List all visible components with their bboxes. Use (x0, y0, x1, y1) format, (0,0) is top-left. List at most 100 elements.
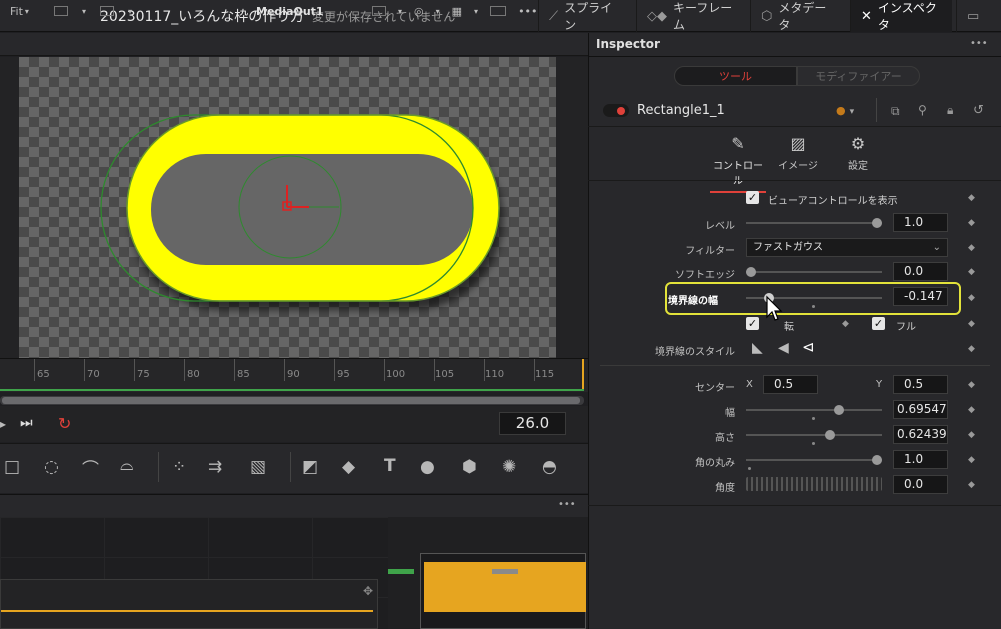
keyframe-diamond[interactable]: ◆ (968, 293, 975, 303)
slider-knob[interactable] (746, 267, 756, 277)
slider-knob[interactable] (834, 405, 844, 415)
angle-field[interactable]: 0.0 (893, 475, 948, 494)
renderer3d-tool-icon[interactable]: ⬢ (462, 457, 477, 477)
lock-icon[interactable]: 🔒︎ (947, 103, 953, 118)
center-x-field[interactable]: 0.5 (763, 375, 818, 394)
ellipse-tool-icon[interactable]: ◌ (44, 457, 59, 477)
corner-radius-field[interactable]: 1.0 (893, 450, 948, 469)
height-field[interactable]: 0.624390 (893, 425, 948, 444)
text3d-tool-icon[interactable]: T (384, 456, 396, 476)
playhead[interactable] (582, 359, 584, 389)
corner-radius-slider[interactable] (746, 455, 882, 465)
versions-icon[interactable]: ⧉ (891, 104, 900, 119)
height-slider[interactable] (746, 430, 882, 440)
render-range-bar (0, 389, 584, 391)
viewer-options[interactable]: ▾ ▾ (54, 3, 132, 19)
node-editor[interactable]: ✥ (0, 517, 588, 629)
chevron-down-icon: ▾ (24, 6, 29, 16)
chevron-down-icon: ▾ (398, 6, 403, 16)
solid-checkbox[interactable]: ✓ (872, 317, 885, 330)
inspector-button[interactable]: ✕ インスペクタ (850, 0, 952, 32)
keyframe-diamond[interactable]: ◆ (968, 193, 975, 203)
subtab-image[interactable]: ▨ イメージ (775, 134, 821, 172)
join-miter-icon[interactable]: ⊲ (802, 338, 815, 356)
soft-edge-slider[interactable] (746, 267, 882, 277)
move-icon[interactable]: ✥ (363, 584, 373, 598)
center-y-field[interactable]: 0.5 (893, 375, 948, 394)
keyframe-diamond[interactable]: ◆ (968, 218, 975, 228)
height-label: 高さ (715, 433, 735, 444)
keyframe-diamond[interactable]: ◆ (968, 380, 975, 390)
more-options-icon[interactable]: ••• (558, 499, 576, 510)
pin-icon[interactable]: ⚲ (918, 103, 927, 117)
spline-editor-panel[interactable]: ✥ (0, 579, 378, 629)
viewer-canvas[interactable] (19, 57, 556, 358)
show-view-controls-checkbox[interactable]: ✓ (746, 191, 759, 204)
node-editor-header (0, 494, 588, 517)
transform-tool-icon[interactable]: ⇉ (208, 457, 222, 477)
scrollbar-thumb[interactable] (2, 397, 580, 404)
keyframe-diamond[interactable]: ◆ (968, 243, 975, 253)
fit-dropdown[interactable]: Fit ▾ (10, 3, 29, 19)
go-to-end-icon[interactable]: ⏭ (20, 415, 33, 431)
soft-edge-field[interactable]: 0.0 (893, 262, 948, 281)
particle-tool-icon[interactable]: ▧ (250, 457, 266, 477)
merge3d-tool-icon[interactable]: ◆ (342, 457, 355, 477)
metadata-icon: ⬡ (761, 8, 773, 24)
tab-tools[interactable]: ツール (674, 66, 797, 86)
border-width-field[interactable]: -0.147 (893, 287, 948, 306)
timeline-scrollbar[interactable] (0, 396, 584, 405)
join-round-icon[interactable]: ◀ (778, 340, 789, 356)
roi-icon (54, 6, 68, 16)
keyframe-diamond[interactable]: ◆ (968, 430, 975, 440)
loop-icon[interactable]: ↻ (58, 414, 71, 433)
border-width-label: 境界線の幅 (668, 296, 718, 307)
keyframe-diamond[interactable]: ◆ (968, 455, 975, 465)
clip-bar[interactable] (424, 562, 586, 612)
paint-tool-icon[interactable]: ⁘ (172, 457, 186, 477)
keyframe-diamond[interactable]: ◆ (842, 319, 849, 329)
bspline-tool-icon[interactable]: ⌓ (120, 455, 133, 475)
slider-knob[interactable] (872, 455, 882, 465)
color-channel-icon: ◎ (414, 4, 424, 18)
light3d-tool-icon[interactable]: ✺ (502, 457, 516, 477)
more-options-icon[interactable]: ••• (970, 38, 988, 49)
subtab-controls[interactable]: ✎ コントロール (710, 134, 766, 193)
play-icon[interactable]: ▸ (0, 417, 6, 431)
polygon-tool-icon[interactable]: ⌒ (82, 455, 99, 480)
viewer-panel[interactable] (0, 57, 588, 358)
color-tag-icon[interactable]: ● ▾ (836, 104, 854, 117)
invert-checkbox[interactable]: ✓ (746, 317, 759, 330)
fullscreen-button[interactable]: ▭ (956, 0, 1001, 32)
metadata-button[interactable]: ⬡ メタデータ (750, 0, 848, 32)
keyframe-diamond[interactable]: ◆ (968, 405, 975, 415)
angle-thumbwheel[interactable] (746, 477, 882, 491)
width-slider[interactable] (746, 405, 882, 415)
timeline-ruler[interactable]: 65 70 75 80 85 90 95 100 105 110 115 (0, 358, 588, 392)
node-enable-toggle[interactable] (603, 104, 629, 117)
keyframe-diamond[interactable]: ◆ (968, 344, 975, 354)
slider-knob[interactable] (825, 430, 835, 440)
spline-button[interactable]: ⟋ スプライン (538, 0, 632, 32)
inspector-title: Inspector (596, 37, 660, 51)
keyframe-diamond[interactable]: ◆ (968, 267, 975, 277)
rectangle-tool-icon[interactable]: □ (4, 457, 20, 477)
camera3d-tool-icon[interactable]: ● (420, 457, 435, 477)
filter-dropdown[interactable]: ファストガウス ⌄ (746, 238, 948, 257)
level-field[interactable]: 1.0 (893, 213, 948, 232)
current-frame-field[interactable]: 26.0 (499, 412, 566, 435)
join-bevel-icon[interactable]: ◣ (752, 340, 763, 356)
width-field[interactable]: 0.695473 (893, 400, 948, 419)
keyframe-diamond[interactable]: ◆ (968, 319, 975, 329)
image-plane-tool-icon[interactable]: ◓ (542, 457, 557, 477)
keyframe-button[interactable]: ◇◆ キーフレーム (636, 0, 746, 32)
tab-modifiers[interactable]: モディファイアー (797, 66, 920, 86)
slider-knob[interactable] (872, 218, 882, 228)
viewer-tools[interactable]: ▾ ◎ ▾ ▦ ▾ ••• (372, 3, 538, 19)
shape3d-tool-icon[interactable]: ◩ (302, 457, 318, 477)
filter-label: フィルター (685, 246, 735, 257)
reset-icon[interactable]: ↺ (973, 103, 984, 118)
keyframe-diamond[interactable]: ◆ (968, 480, 975, 490)
subtab-settings[interactable]: ⚙ 設定 (836, 134, 880, 172)
level-slider[interactable] (746, 218, 882, 228)
